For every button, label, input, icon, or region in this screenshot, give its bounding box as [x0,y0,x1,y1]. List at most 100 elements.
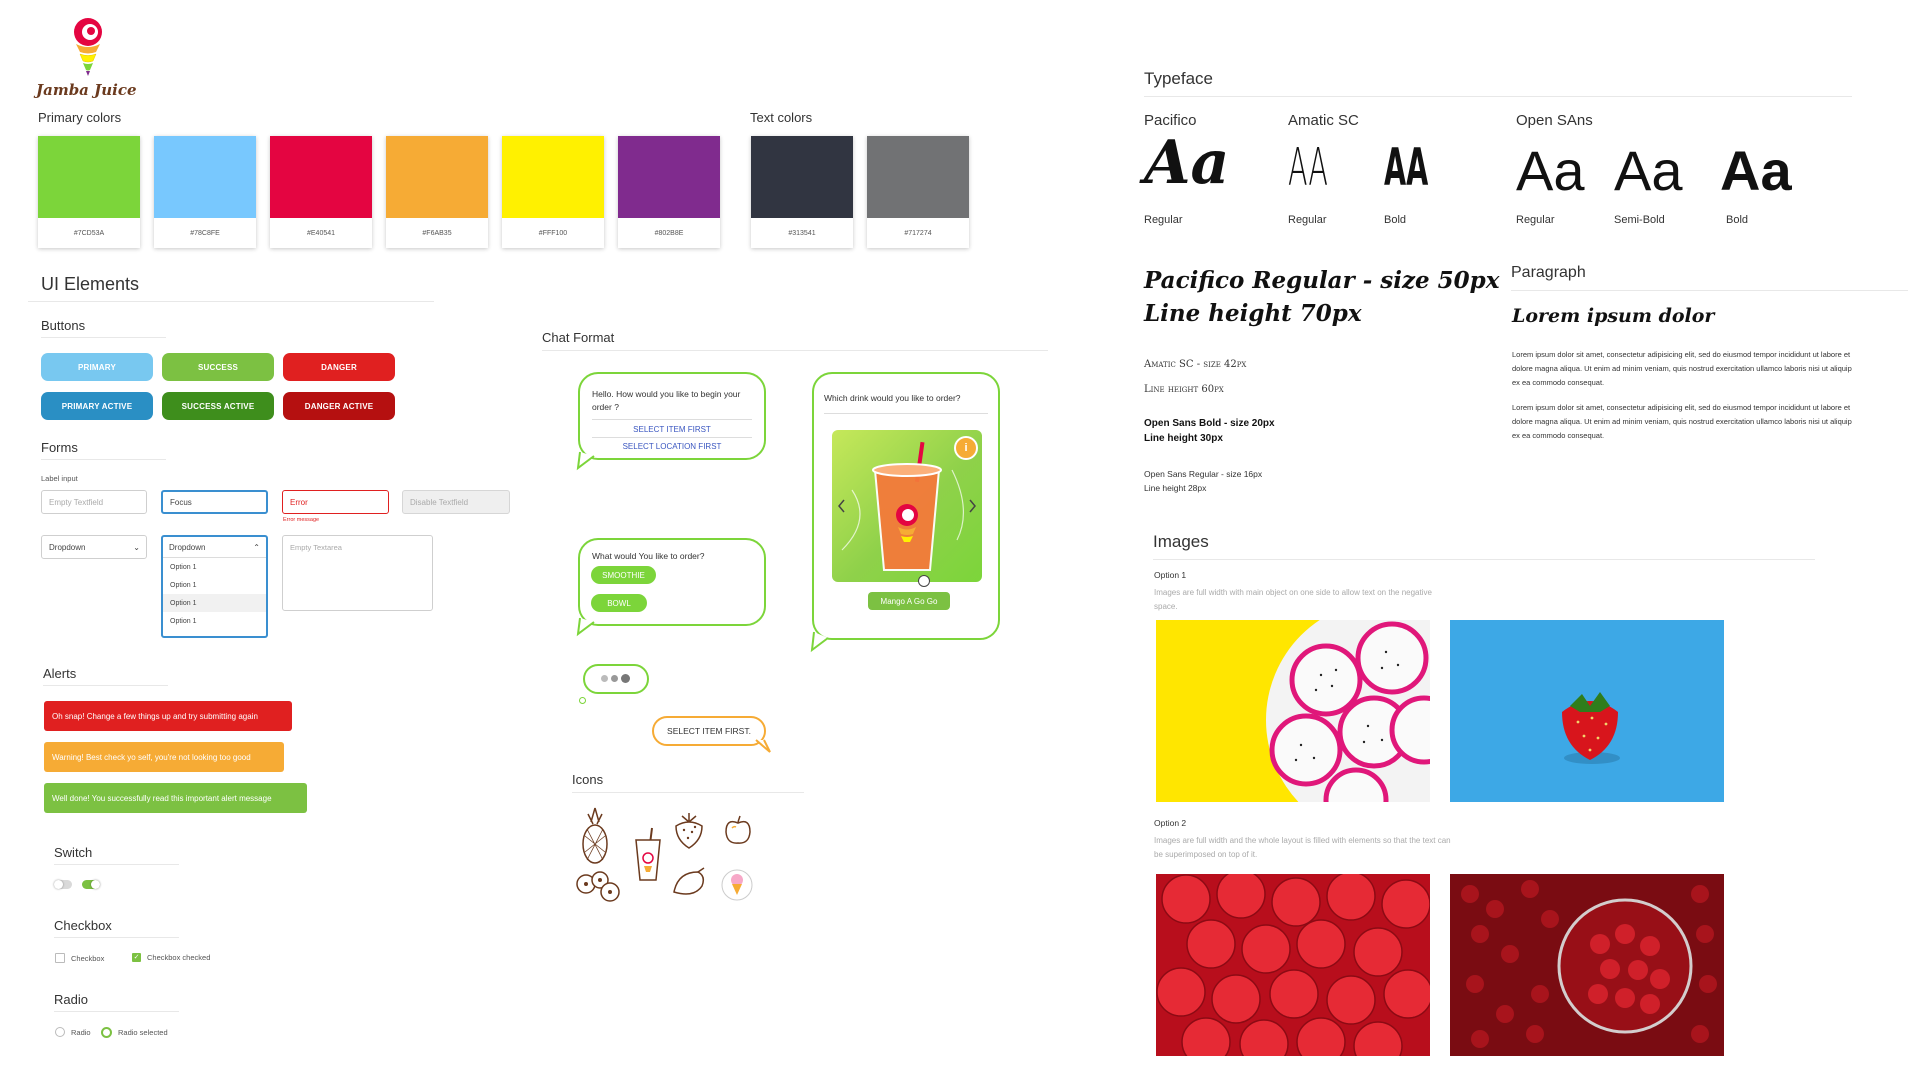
dropdown-closed[interactable]: Dropdown ⌄ [41,535,147,559]
checkbox-box[interactable] [55,953,65,963]
checkbox-checked[interactable]: ✓ Checkbox checked [132,953,210,962]
mango-icon [673,867,705,895]
carousel-dot-icon[interactable] [918,575,930,587]
chat-bubble-text: Hello. How would you like to begin your … [592,389,741,412]
disabled-textfield: Disable Textfield [402,490,510,514]
bowl-button[interactable]: BOWL [591,594,647,612]
berries-icon [576,871,620,902]
pacifico-specimen-line1: Pacifico Regular - size 50px [1144,267,1500,294]
primary-active-button[interactable]: PRIMARY ACTIVE [41,392,153,420]
checkbox-title: Checkbox [54,918,112,933]
swatch-red: #E40541 [270,136,372,248]
danger-button[interactable]: DANGER [283,353,395,381]
open-sans-bold-sample: Aa [1720,139,1792,202]
pacifico-specimen-line2: Line height 70px [1144,300,1362,327]
radio-unselected[interactable]: Radio [55,1027,91,1037]
open-sans-font-name: Open SAns [1516,112,1593,129]
paragraph-title: Paragraph [1511,264,1586,281]
dropdown-option[interactable]: Option 1 [163,576,266,594]
pacifico-weight: Regular [1144,214,1183,226]
icons-title: Icons [572,772,604,787]
open-sans-semibold-label: Semi-Bold [1614,214,1665,226]
dropdown-open-label: Dropdown [169,542,206,552]
swirl-logo-icon [74,18,102,76]
select-location-first-link[interactable]: SELECT LOCATION FIRST [580,442,764,451]
os-bold-specimen-line2: Line height 30px [1144,433,1223,444]
primary-button[interactable]: PRIMARY [41,353,153,381]
logo-wordmark: Jamba Juice [36,81,137,99]
switch-on[interactable] [82,880,100,889]
swatch-gray: #717274 [867,136,969,248]
open-sans-semibold-sample: Aa [1614,139,1683,202]
primary-colors-title: Primary colors [38,110,122,125]
select-item-first-link[interactable]: SELECT ITEM FIRST [580,425,764,434]
amatic-bold-sample: AA [1384,138,1429,198]
typing-tail-icon [579,697,586,704]
empty-textarea[interactable]: Empty Textarea [282,535,433,611]
alert-warning: Warning! Best check yo self, you're not … [44,742,284,772]
forms-title: Forms [41,440,78,455]
ui-elements-title: UI Elements [41,274,140,294]
dropdown-option[interactable]: Option 1 [163,612,266,630]
focus-textfield[interactable]: Focus [161,490,268,514]
swatch-purple: #802B8E [618,136,720,248]
swatch-yellow: #FFF100 [502,136,604,248]
dropdown-option[interactable]: Option 1 [163,558,266,576]
os-regular-specimen-line2: Line height 28px [1144,483,1207,493]
raspberries-image [1156,874,1430,1056]
reply-tail-icon [755,739,771,753]
mango-a-go-go-button[interactable]: Mango A Go Go [868,592,950,610]
info-icon[interactable]: i [954,436,978,460]
checkbox-checked-label: Checkbox checked [147,953,211,962]
open-sans-regular-sample: Aa [1516,139,1585,202]
option2-description: Images are full width and the whole layo… [1154,836,1451,859]
radio-label: Radio [71,1027,91,1037]
amatic-specimen-line1: Amatic SC - size 42px [1144,359,1247,370]
dropdown-option-hover[interactable]: Option 1 [163,594,266,612]
radio-selected[interactable]: Radio selected [101,1027,168,1038]
radio-circle-selected[interactable] [101,1027,112,1038]
swatch-orange: #F6AB35 [386,136,488,248]
images-title: Images [1153,532,1209,551]
smoothie-button[interactable]: SMOOTHIE [591,566,656,584]
strawberry-image [1450,620,1724,802]
pacifico-specimen: Pacifico Regular - size 50px Line height… [1144,264,1499,330]
checkmark-icon[interactable]: ✓ [132,953,141,962]
danger-active-button[interactable]: DANGER ACTIVE [283,392,395,420]
open-sans-bold-specimen: Open Sans Bold - size 20px Line height 3… [1144,416,1275,446]
open-sans-regular-label: Regular [1516,214,1555,226]
chat-bubble-text: Which drink would you like to order? [824,393,961,403]
success-active-button[interactable]: SUCCESS ACTIVE [162,392,274,420]
amatic-regular-label: Regular [1288,214,1327,226]
bubble-tail-icon [576,451,595,471]
jamba-logo: Jamba Juice [36,14,146,99]
swatch-dark: #313541 [751,136,853,248]
switch-off[interactable] [54,880,72,889]
success-button[interactable]: SUCCESS [162,353,274,381]
checkbox-label: Checkbox [71,953,105,963]
amatic-bold-label: Bold [1384,214,1407,226]
error-textfield[interactable]: Error [282,490,389,514]
apple-icon [725,815,751,844]
typeface-title: Typeface [1144,69,1213,88]
checkbox-unchecked[interactable]: Checkbox [55,953,104,963]
swatch-blue: #78C8FE [154,136,256,248]
dropdown-open[interactable]: Dropdown ⌃ Option 1 Option 1 Option 1 Op… [161,535,268,638]
amatic-specimen-line2: Line height 60px [1144,384,1224,395]
amatic-font-name: Amatic SC [1288,112,1359,129]
radio-circle[interactable] [55,1027,65,1037]
option1-description: Images are full width with main object o… [1154,588,1432,611]
option2-title: Option 2 [1154,818,1187,828]
label-input: Label input [41,474,78,483]
open-sans-regular-specimen: Open Sans Regular - size 16px Line heigh… [1144,467,1262,495]
paragraph-2: Lorem ipsum dolor sit amet, consectetur … [1512,403,1852,440]
open-sans-bold-label: Bold [1726,214,1749,226]
empty-textfield[interactable]: Empty Textfield [41,490,147,514]
buttons-title: Buttons [41,318,86,333]
pineapple-icon [582,807,608,864]
alerts-title: Alerts [43,666,77,681]
chat-reply-bubble: SELECT ITEM FIRST. [652,716,766,746]
pacifico-font-name: Pacifico [1144,112,1197,129]
cranberries-image [1450,874,1724,1056]
bubble-tail-icon [810,631,829,653]
